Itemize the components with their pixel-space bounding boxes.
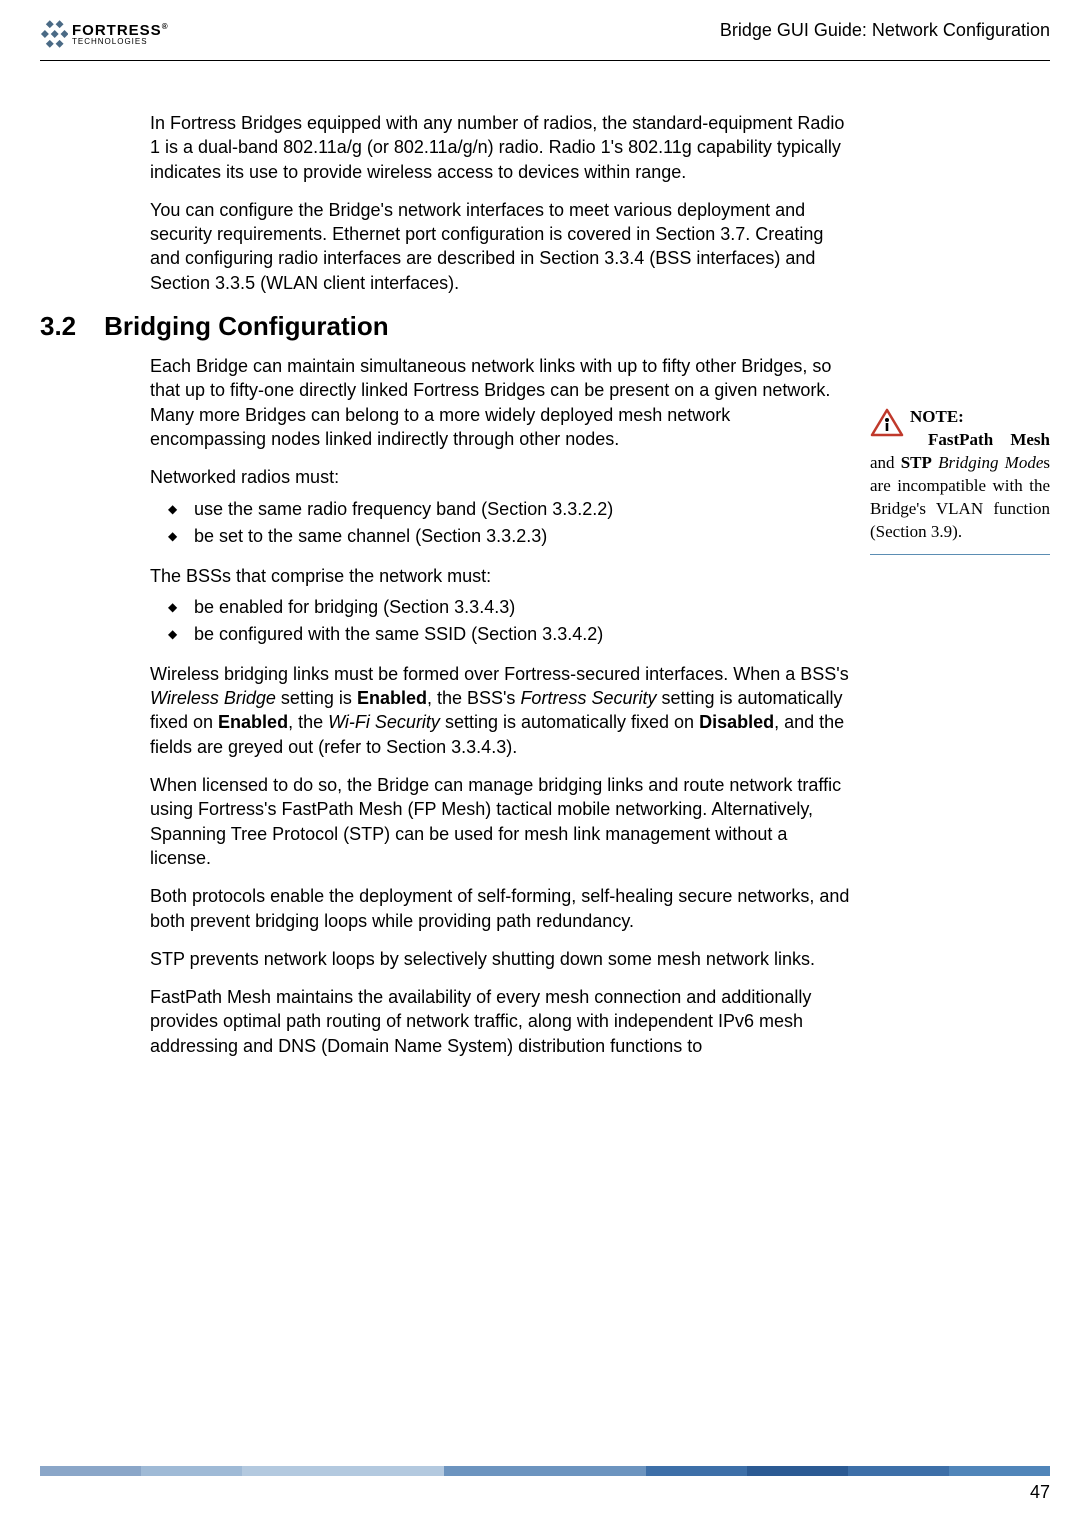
section-title: Bridging Configuration — [104, 311, 389, 342]
intro-paragraph-1: In Fortress Bridges equipped with any nu… — [150, 111, 850, 184]
page-number: 47 — [40, 1482, 1050, 1503]
intro-paragraph-2: You can configure the Bridge's network i… — [150, 198, 850, 295]
header-title: Bridge GUI Guide: Network Configuration — [720, 20, 1050, 41]
bullet: use the same radio frequency band (Secti… — [174, 496, 850, 523]
section-heading: 3.2 Bridging Configuration — [40, 311, 850, 342]
section-p1: Each Bridge can maintain simultaneous ne… — [150, 354, 850, 451]
warning-icon — [870, 408, 904, 438]
note-b2: STP — [901, 453, 932, 472]
note-b1: FastPath Mesh — [928, 430, 1050, 449]
section-number: 3.2 — [40, 311, 76, 342]
note-label: NOTE: — [910, 407, 964, 426]
bullet: be enabled for bridging (Section 3.3.4.3… — [174, 594, 850, 621]
section-p4: Wireless bridging links must be formed o… — [150, 662, 850, 759]
bullet: be configured with the same SSID (Sectio… — [174, 621, 850, 648]
bullets-1: use the same radio frequency band (Secti… — [150, 496, 850, 550]
section-p3: The BSSs that comprise the network must: — [150, 564, 850, 588]
section-p7: STP prevents network loops by selectivel… — [150, 947, 850, 971]
section-p5: When licensed to do so, the Bridge can m… — [150, 773, 850, 870]
bullets-2: be enabled for bridging (Section 3.3.4.3… — [150, 594, 850, 648]
note-box: NOTE: FastPath Mesh and STP Bridging Mod… — [870, 406, 1050, 555]
bullet: be set to the same channel (Section 3.3.… — [174, 523, 850, 550]
section-p6: Both protocols enable the deployment of … — [150, 884, 850, 933]
footer-bar — [40, 1466, 1050, 1476]
logo: FORTRESS® TECHNOLOGIES — [40, 20, 169, 48]
section-p2: Networked radios must: — [150, 465, 850, 489]
header-rule — [40, 60, 1050, 61]
page-footer: 47 — [40, 1466, 1050, 1503]
section-p8: FastPath Mesh maintains the availability… — [150, 985, 850, 1058]
fortress-logo-icon — [40, 20, 68, 48]
logo-text: FORTRESS® TECHNOLOGIES — [72, 23, 169, 45]
